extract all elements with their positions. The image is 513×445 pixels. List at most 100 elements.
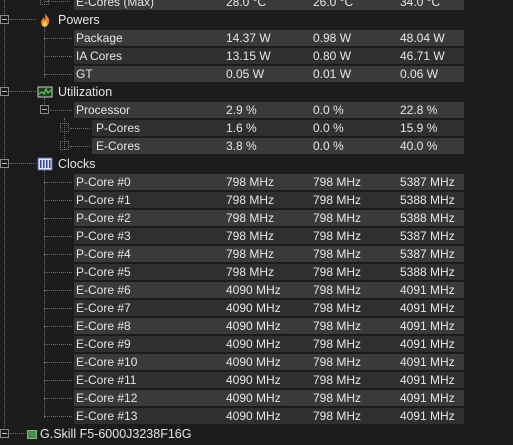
sensor-minimum: 798 MHz <box>313 193 362 207</box>
sensor-current: 798 MHz <box>226 229 275 243</box>
sensor-row-e-cores-max[interactable]: E-Cores (Max) 28.0 °C 26.0 °C 34.0 °C <box>0 0 513 11</box>
sensor-row-clock[interactable]: E-Core #11 4090 MHz 798 MHz 4091 MHz <box>0 371 513 389</box>
group-label: Clocks <box>58 157 96 171</box>
group-label: Utilization <box>58 85 113 99</box>
sensor-row-clock[interactable]: P-Core #5 798 MHz 798 MHz 5388 MHz <box>0 263 513 281</box>
sensor-name: E-Core #10 <box>76 355 138 369</box>
sensor-minimum: 798 MHz <box>313 283 362 297</box>
sensor-row-clock[interactable]: E-Core #13 4090 MHz 798 MHz 4091 MHz <box>0 407 513 425</box>
sensor-name: P-Cores <box>96 121 141 135</box>
sensor-name: E-Core #13 <box>76 409 138 423</box>
sensor-maximum: 4091 MHz <box>400 409 455 423</box>
sensor-minimum: 798 MHz <box>313 265 362 279</box>
sensor-maximum: 34.0 °C <box>400 0 441 9</box>
sensor-row-clock[interactable]: P-Core #0 798 MHz 798 MHz 5387 MHz <box>0 173 513 191</box>
collapse-toggle[interactable] <box>0 429 9 438</box>
sensor-row-clock[interactable]: E-Core #8 4090 MHz 798 MHz 4091 MHz <box>0 317 513 335</box>
group-utilization[interactable]: Utilization <box>0 83 513 101</box>
sensor-minimum: 0.0 % <box>313 103 344 117</box>
sensor-maximum: 48.04 W <box>400 31 445 45</box>
sensor-row-clock[interactable]: E-Core #12 4090 MHz 798 MHz 4091 MHz <box>0 389 513 407</box>
sensor-maximum: 4091 MHz <box>400 319 455 333</box>
sensor-row-e-cores[interactable]: E-Cores 3.8 % 0.0 % 40.0 % <box>0 137 513 155</box>
collapse-toggle[interactable] <box>40 0 49 5</box>
sensor-minimum: 26.0 °C <box>313 0 354 9</box>
sensor-current: 798 MHz <box>226 265 275 279</box>
collapse-toggle[interactable] <box>60 123 69 132</box>
sensor-current: 798 MHz <box>226 175 275 189</box>
sensor-name: E-Cores <box>96 139 141 153</box>
sensor-tree[interactable]: E-Cores (Max) 28.0 °C 26.0 °C 34.0 °C Po… <box>0 0 513 445</box>
sensor-current: 4090 MHz <box>226 391 281 405</box>
sensor-minimum: 0.80 W <box>313 49 352 63</box>
sensor-row-clock[interactable]: E-Core #6 4090 MHz 798 MHz 4091 MHz <box>0 281 513 299</box>
sensor-name: P-Core #5 <box>76 265 131 279</box>
sensor-row-clock[interactable]: P-Core #2 798 MHz 798 MHz 5388 MHz <box>0 209 513 227</box>
sensor-name: IA Cores <box>76 49 123 63</box>
sensor-row-gt[interactable]: GT 0.05 W 0.01 W 0.06 W <box>0 65 513 83</box>
collapse-toggle[interactable] <box>60 141 69 150</box>
sensor-current: 798 MHz <box>226 193 275 207</box>
sensor-current: 4090 MHz <box>226 373 281 387</box>
sensor-minimum: 798 MHz <box>313 373 362 387</box>
sensor-current: 14.37 W <box>226 31 271 45</box>
sensor-maximum: 4091 MHz <box>400 355 455 369</box>
collapse-toggle[interactable] <box>0 87 9 96</box>
sensor-current: 2.9 % <box>226 103 257 117</box>
memory-module-icon <box>27 430 37 439</box>
sensor-name: E-Core #11 <box>76 373 137 387</box>
collapse-toggle[interactable] <box>40 105 49 114</box>
flame-icon <box>37 12 53 28</box>
sensor-name: P-Core #3 <box>76 229 131 243</box>
sensor-row-package[interactable]: Package 14.37 W 0.98 W 48.04 W <box>0 29 513 47</box>
sensor-name: GT <box>76 67 93 81</box>
sensor-minimum: 798 MHz <box>313 229 362 243</box>
sensor-maximum: 5388 MHz <box>400 211 455 225</box>
sensor-row-p-cores[interactable]: P-Cores 1.6 % 0.0 % 15.9 % <box>0 119 513 137</box>
clock-bars-icon <box>37 156 53 172</box>
sensor-maximum: 5387 MHz <box>400 247 455 261</box>
sensor-minimum: 0.98 W <box>313 31 352 45</box>
monitor-graph-icon <box>37 84 53 100</box>
sensor-minimum: 798 MHz <box>313 211 362 225</box>
sensor-row-clock[interactable]: E-Core #10 4090 MHz 798 MHz 4091 MHz <box>0 353 513 371</box>
sensor-maximum: 4091 MHz <box>400 373 455 387</box>
sensor-row-clock[interactable]: E-Core #9 4090 MHz 798 MHz 4091 MHz <box>0 335 513 353</box>
sensor-name: E-Core #7 <box>76 301 131 315</box>
sensor-row-clock[interactable]: P-Core #4 798 MHz 798 MHz 5387 MHz <box>0 245 513 263</box>
sensor-maximum: 5388 MHz <box>400 193 455 207</box>
sensor-current: 4090 MHz <box>226 301 281 315</box>
group-clocks[interactable]: Clocks <box>0 155 513 173</box>
sensor-row-ia-cores[interactable]: IA Cores 13.15 W 0.80 W 46.71 W <box>0 47 513 65</box>
sensor-row-clock[interactable]: P-Core #1 798 MHz 798 MHz 5388 MHz <box>0 191 513 209</box>
sensor-name: E-Core #6 <box>76 283 131 297</box>
sensor-row-processor[interactable]: Processor 2.9 % 0.0 % 22.8 % <box>0 101 513 119</box>
sensor-name: P-Core #4 <box>76 247 131 261</box>
sensor-name: E-Core #9 <box>76 337 131 351</box>
device-memory[interactable]: G.Skill F5-6000J3238F16G <box>0 425 513 443</box>
sensor-name: E-Core #8 <box>76 319 131 333</box>
sensor-minimum: 0.01 W <box>313 67 352 81</box>
collapse-toggle[interactable] <box>0 15 9 24</box>
sensor-maximum: 5387 MHz <box>400 229 455 243</box>
sensor-maximum: 40.0 % <box>400 139 438 153</box>
sensor-maximum: 22.8 % <box>400 103 438 117</box>
group-powers[interactable]: Powers <box>0 11 513 29</box>
sensor-maximum: 4091 MHz <box>400 391 455 405</box>
sensor-current: 13.15 W <box>226 49 271 63</box>
collapse-toggle[interactable] <box>0 159 9 168</box>
sensor-minimum: 798 MHz <box>313 355 362 369</box>
sensor-row-clock[interactable]: E-Core #7 4090 MHz 798 MHz 4091 MHz <box>0 299 513 317</box>
sensor-current: 4090 MHz <box>226 319 281 333</box>
sensor-minimum: 798 MHz <box>313 337 362 351</box>
sensor-row-clock[interactable]: P-Core #3 798 MHz 798 MHz 5387 MHz <box>0 227 513 245</box>
sensor-maximum: 4091 MHz <box>400 301 455 315</box>
sensor-current: 798 MHz <box>226 247 275 261</box>
sensor-name: P-Core #2 <box>76 211 131 225</box>
sensor-current: 1.6 % <box>226 121 257 135</box>
sensor-maximum: 0.06 W <box>400 67 439 81</box>
sensor-maximum: 4091 MHz <box>400 337 455 351</box>
sensor-name: Processor <box>76 103 131 117</box>
sensor-current: 798 MHz <box>226 211 275 225</box>
sensor-current: 0.05 W <box>226 67 265 81</box>
